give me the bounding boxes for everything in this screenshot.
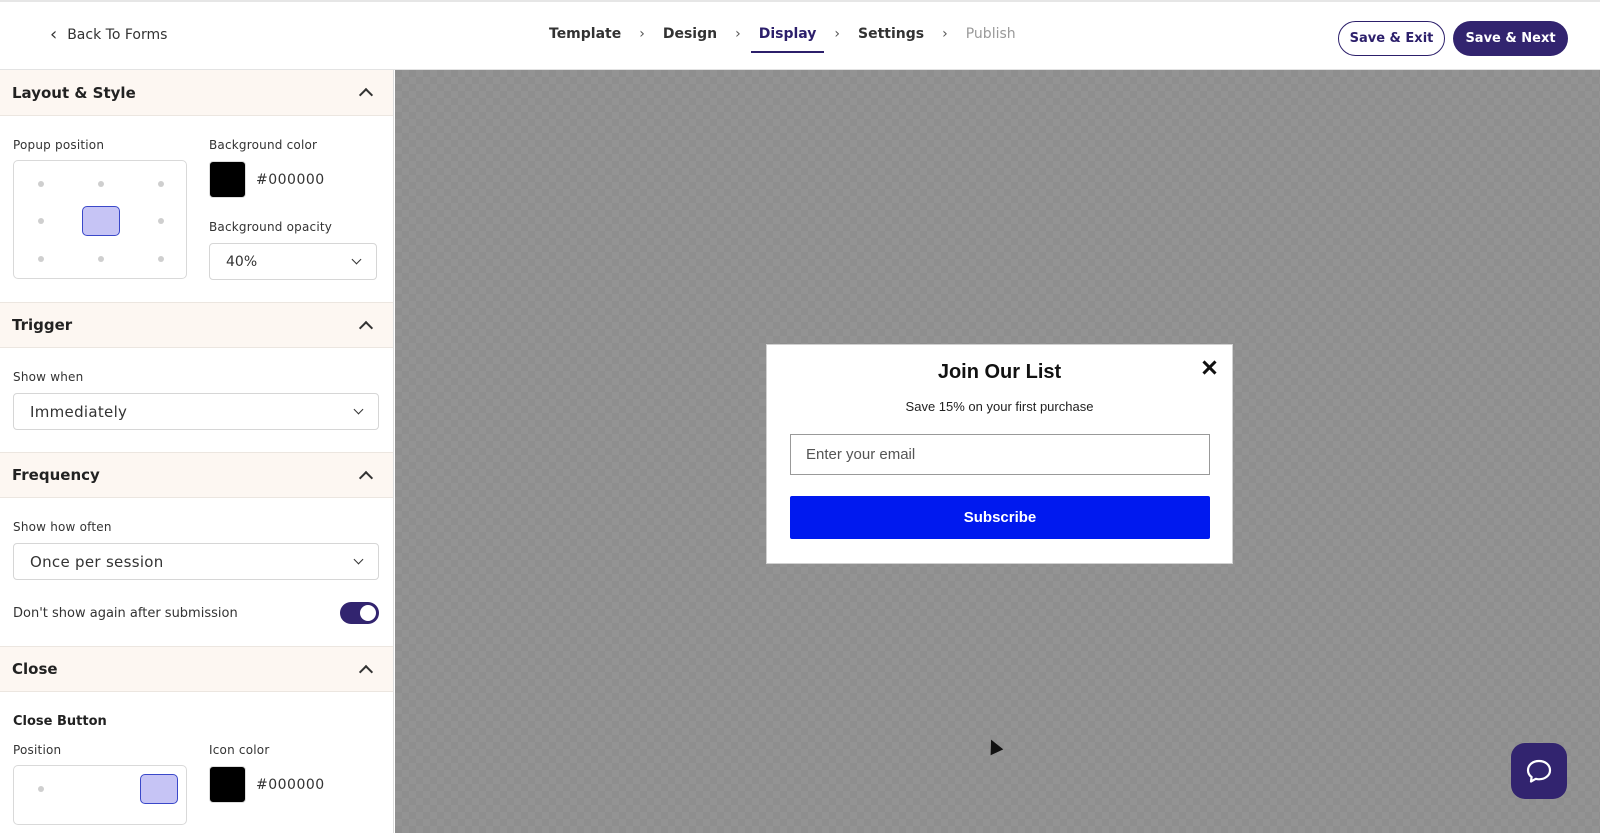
close-position-label: Position (13, 743, 62, 757)
dont-show-again-label: Don't show again after submission (13, 605, 238, 621)
mouse-cursor-icon (984, 736, 1004, 756)
subscribe-button[interactable]: Subscribe (790, 496, 1210, 539)
popup-position-label: Popup position (13, 138, 105, 152)
save-exit-button[interactable]: Save & Exit (1338, 21, 1445, 56)
popup-preview: Join Our List Save 15% on your first pur… (766, 344, 1233, 564)
settings-sidebar: Layout & Style Popup position Background… (0, 70, 394, 833)
popup-title: Join Our List (937, 361, 1062, 383)
popup-position-picker (13, 160, 187, 279)
show-how-often-value: Once per session (30, 552, 164, 571)
section-title: Layout & Style (12, 83, 136, 102)
position-bottom-center[interactable] (98, 256, 104, 262)
section-body-frequency: Show how often Once per session Don't sh… (0, 498, 393, 646)
popup-subtitle: Save 15% on your first purchase (905, 399, 1094, 414)
position-top-left[interactable] (38, 181, 44, 187)
show-when-select[interactable]: Immediately (13, 393, 379, 430)
section-title: Close (12, 660, 58, 678)
chat-bubble-icon (1526, 759, 1552, 783)
dont-show-again-toggle[interactable] (340, 602, 379, 624)
show-when-label: Show when (13, 370, 84, 384)
back-to-forms-label: Back To Forms (67, 27, 168, 43)
chevron-right-icon: › (639, 26, 645, 42)
back-to-forms-link[interactable]: ‹ Back To Forms (50, 24, 168, 45)
chevron-up-icon (358, 87, 374, 103)
position-top-right[interactable] (158, 181, 164, 187)
section-header-close[interactable]: Close (0, 646, 393, 692)
section-body-trigger: Show when Immediately (0, 348, 393, 452)
close-button-heading: Close Button (13, 714, 107, 729)
background-color-swatch[interactable] (209, 161, 246, 198)
position-middle-left[interactable] (38, 218, 44, 224)
chevron-left-icon: ‹ (50, 24, 58, 45)
position-center-selected[interactable] (82, 206, 120, 236)
show-how-often-label: Show how often (13, 520, 112, 534)
chevron-up-icon (358, 320, 374, 335)
step-design[interactable]: Design (663, 26, 717, 50)
chevron-down-icon (351, 254, 362, 265)
top-bar: ‹ Back To Forms Template › Design › Disp… (0, 0, 1600, 70)
show-when-value: Immediately (30, 402, 128, 421)
show-how-often-select[interactable]: Once per session (13, 543, 379, 580)
icon-color-hex[interactable]: #000000 (256, 777, 325, 793)
close-position-top-right-selected[interactable] (140, 774, 178, 804)
background-opacity-value: 40% (226, 253, 258, 270)
step-display[interactable]: Display (750, 26, 825, 53)
section-header-frequency[interactable]: Frequency (0, 452, 393, 498)
save-next-button[interactable]: Save & Next (1453, 21, 1568, 56)
background-opacity-label: Background opacity (209, 220, 333, 234)
chevron-right-icon: › (735, 26, 741, 42)
background-color-hex[interactable]: #000000 (256, 172, 325, 188)
close-icon[interactable] (1200, 359, 1218, 377)
preview-canvas: Join Our List Save 15% on your first pur… (395, 70, 1600, 833)
step-navigation: Template › Design › Display › Settings ›… (549, 26, 1016, 53)
close-position-top-left[interactable] (38, 786, 44, 792)
icon-color-swatch[interactable] (209, 766, 246, 803)
step-settings[interactable]: Settings (858, 26, 924, 50)
position-top-center[interactable] (98, 181, 104, 187)
section-header-trigger[interactable]: Trigger (0, 302, 393, 348)
step-template[interactable]: Template (549, 26, 621, 50)
chevron-up-icon (358, 470, 374, 485)
icon-color-label: Icon color (209, 743, 270, 757)
section-title: Trigger (12, 316, 73, 334)
toggle-knob (360, 605, 376, 621)
email-input[interactable] (790, 434, 1210, 475)
chevron-down-icon (353, 404, 364, 415)
section-header-layout-style[interactable]: Layout & Style (0, 70, 393, 116)
chevron-right-icon: › (942, 26, 948, 42)
chevron-down-icon (353, 554, 364, 565)
step-publish: Publish (965, 26, 1016, 42)
background-opacity-select[interactable]: 40% (209, 243, 377, 280)
chevron-right-icon: › (834, 26, 841, 42)
background-color-label: Background color (209, 138, 318, 152)
section-body-close: Close Button Position Icon color #000000 (0, 692, 393, 833)
position-bottom-left[interactable] (38, 256, 44, 262)
chat-support-button[interactable] (1511, 743, 1567, 799)
position-bottom-right[interactable] (158, 256, 164, 262)
close-position-picker (13, 765, 187, 825)
section-body-layout-style: Popup position Background color #000000 … (0, 116, 393, 302)
chevron-up-icon (358, 664, 374, 679)
position-middle-right[interactable] (158, 218, 164, 224)
section-title: Frequency (12, 466, 100, 484)
